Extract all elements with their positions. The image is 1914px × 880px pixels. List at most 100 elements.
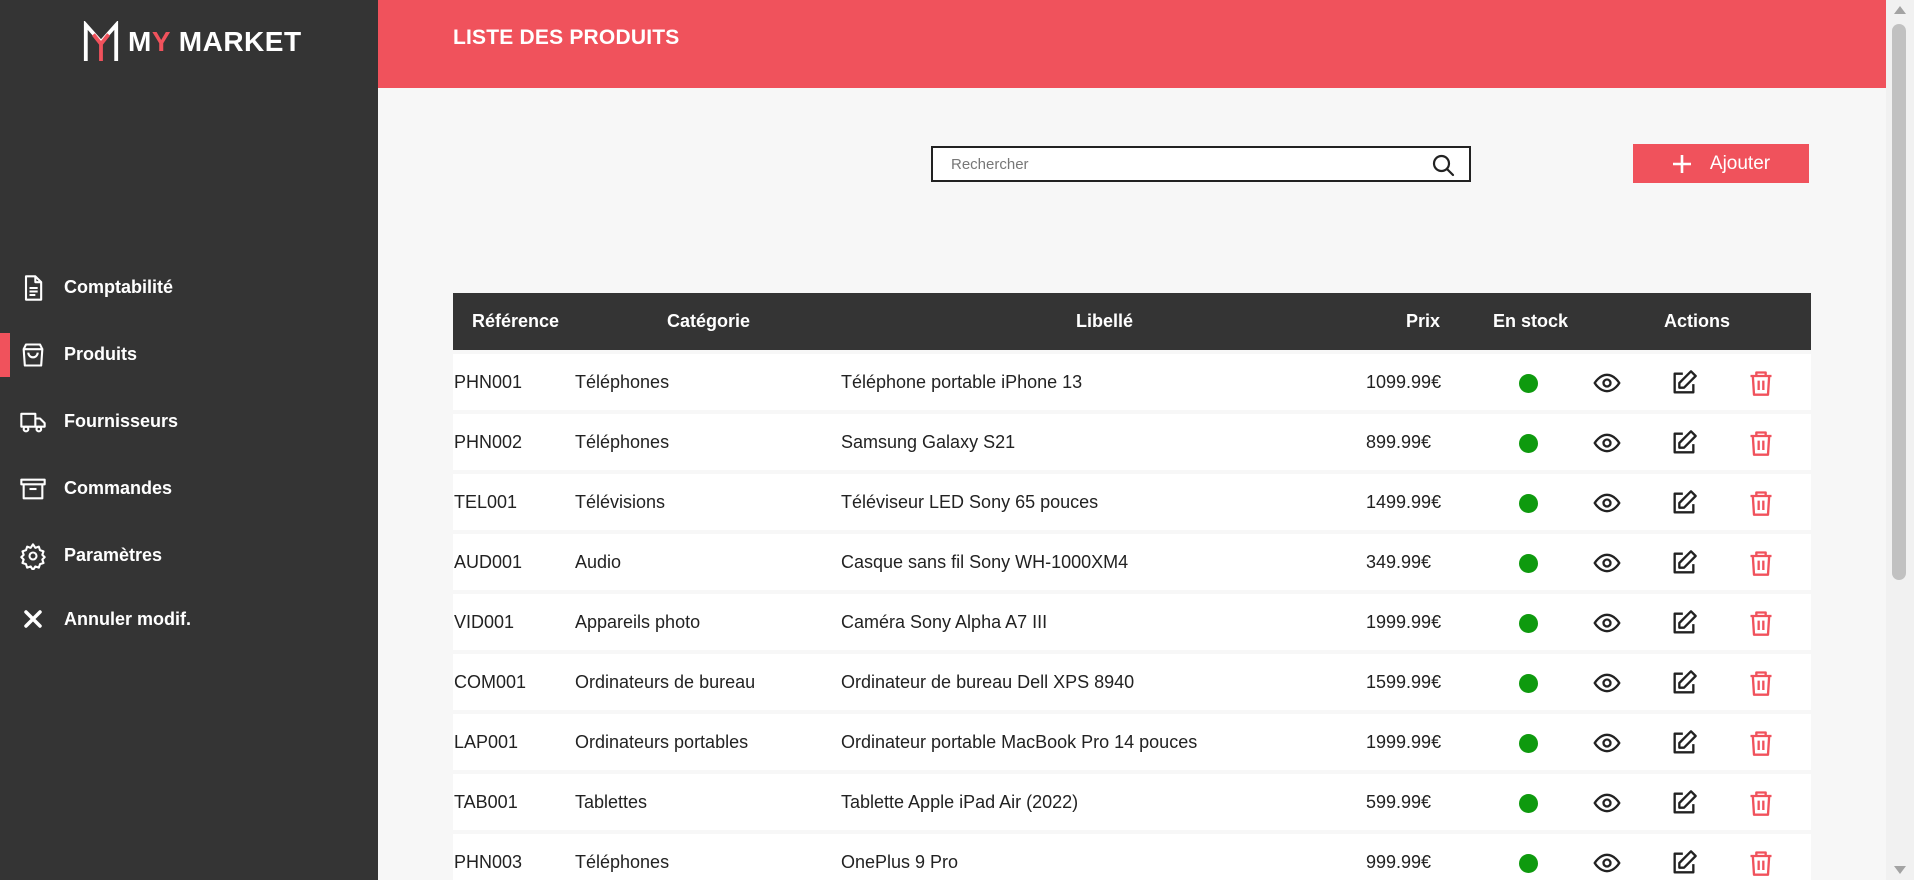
search-input[interactable] [933,148,1403,180]
edit-icon[interactable] [1670,729,1698,757]
table-row[interactable]: COM001 Ordinateurs de bureau Ordinateur de… [453,654,1811,710]
cell-libelle: Tablette Apple iPad Air (2022) [841,792,1079,812]
view-icon[interactable] [1593,609,1621,637]
table-row[interactable]: AUD001 Audio Casque sans fil Sony WH-1000X… [453,534,1811,590]
delete-icon[interactable] [1747,489,1775,517]
sidebar-nav: Comptabilité Produits Fournisseurs Comma… [0,254,378,649]
add-product-button[interactable]: Ajouter [1633,144,1809,183]
sidebar-item-fournisseurs[interactable]: Fournisseurs [0,388,378,455]
logo-mark-icon [83,21,119,61]
cell-reference: AUD001 [454,552,523,572]
edit-icon[interactable] [1670,789,1698,817]
sidebar-item-label: Paramètres [64,545,163,565]
delete-icon[interactable] [1747,369,1775,397]
products-table: Référence Catégorie Libellé Prix En stoc… [453,293,1811,880]
edit-icon[interactable] [1670,549,1698,577]
edit-icon[interactable] [1670,609,1698,637]
table-row[interactable]: PHN002 Téléphones Samsung Galaxy S21 899.99… [453,414,1811,470]
cell-reference: TAB001 [454,792,518,812]
view-icon[interactable] [1593,789,1621,817]
view-icon[interactable] [1593,429,1621,457]
table-row[interactable]: TAB001 Tablettes Tablette Apple iPad Air (… [453,774,1811,830]
column-header-prix[interactable]: Prix [1406,311,1440,332]
table-row[interactable]: LAP001 Ordinateurs portables Ordinateur po… [453,714,1811,770]
table-body: PHN001 Téléphones Téléphone portable iPhon… [453,354,1811,880]
in-stock-indicator [1519,794,1538,813]
cell-prix: 1999.99€ [1366,732,1442,752]
edit-icon[interactable] [1670,849,1698,877]
in-stock-indicator [1519,674,1538,693]
brand-logo[interactable]: MY MARKET [82,20,302,64]
cell-reference: TEL001 [454,492,518,512]
archive-box-icon [18,474,48,504]
edit-icon[interactable] [1670,489,1698,517]
delete-icon[interactable] [1747,729,1775,757]
cell-prix: 1099.99€ [1366,372,1442,392]
sidebar-item-produits[interactable]: Produits [0,321,378,388]
cell-prix: 999.99€ [1366,852,1432,872]
table-row[interactable]: PHN001 Téléphones Téléphone portable iPhon… [453,354,1811,410]
page-scrollbar[interactable] [1886,0,1914,880]
view-icon[interactable] [1593,669,1621,697]
gear-icon [18,541,48,571]
brand-name: MY MARKET [128,26,302,58]
cell-reference: PHN002 [454,432,523,452]
edit-icon[interactable] [1670,669,1698,697]
page-title: LISTE DES PRODUITS [453,26,680,49]
sidebar-item-comptabilite[interactable]: Comptabilité [0,254,378,321]
brand-accent: Y [151,26,171,57]
cell-libelle: Téléphone portable iPhone 13 [841,372,1083,392]
cell-categorie: Tablettes [575,792,648,812]
in-stock-indicator [1519,554,1538,573]
delete-icon[interactable] [1747,429,1775,457]
cell-libelle: Caméra Sony Alpha A7 III [841,612,1048,632]
sidebar-item-commandes[interactable]: Commandes [0,455,378,522]
cell-libelle: Ordinateur portable MacBook Pro 14 pouce… [841,732,1198,752]
table-row[interactable]: PHN003 Téléphones OnePlus 9 Pro 999.99€ [453,834,1811,880]
column-header-categorie[interactable]: Catégorie [667,311,750,332]
view-icon[interactable] [1593,849,1621,877]
column-header-reference[interactable]: Référence [472,311,559,332]
sidebar-item-label: Annuler modif. [64,608,191,629]
edit-icon[interactable] [1670,369,1698,397]
sidebar-item-parametres[interactable]: Paramètres [0,522,378,589]
view-icon[interactable] [1593,489,1621,517]
shopping-bag-icon [18,340,48,370]
scroll-down-arrow[interactable] [1894,866,1906,874]
delete-icon[interactable] [1747,609,1775,637]
scroll-thumb[interactable] [1892,24,1906,580]
view-icon[interactable] [1593,369,1621,397]
table-row[interactable]: TEL001 Télévisions Téléviseur LED Sony 65 … [453,474,1811,530]
in-stock-indicator [1519,374,1538,393]
view-icon[interactable] [1593,729,1621,757]
close-icon [18,604,48,634]
scroll-up-arrow[interactable] [1894,6,1906,14]
column-header-en-stock[interactable]: En stock [1493,311,1568,332]
search-icon[interactable] [1431,153,1455,177]
brand-prefix: M [128,26,152,57]
cell-prix: 899.99€ [1366,432,1432,452]
in-stock-indicator [1519,734,1538,753]
cell-libelle: Casque sans fil Sony WH-1000XM4 [841,552,1129,572]
table-row[interactable]: VID001 Appareils photo Caméra Sony Alpha A… [453,594,1811,650]
cell-prix: 349.99€ [1366,552,1432,572]
sidebar-item-label: Comptabilité [64,277,174,297]
column-header-libelle[interactable]: Libellé [1076,311,1133,332]
add-button-label: Ajouter [1709,152,1771,174]
in-stock-indicator [1519,494,1538,513]
edit-icon[interactable] [1670,429,1698,457]
cell-categorie: Appareils photo [575,612,701,632]
in-stock-indicator [1519,854,1538,873]
delete-icon[interactable] [1747,849,1775,877]
truck-icon [18,407,48,437]
cell-prix: 599.99€ [1366,792,1432,812]
delete-icon[interactable] [1747,549,1775,577]
delete-icon[interactable] [1747,789,1775,817]
delete-icon[interactable] [1747,669,1775,697]
cell-reference: PHN001 [454,372,523,392]
sidebar-item-annuler[interactable]: Annuler modif. [0,589,378,649]
cell-prix: 1599.99€ [1366,672,1442,692]
cell-categorie: Télévisions [575,492,666,512]
view-icon[interactable] [1593,549,1621,577]
in-stock-indicator [1519,434,1538,453]
